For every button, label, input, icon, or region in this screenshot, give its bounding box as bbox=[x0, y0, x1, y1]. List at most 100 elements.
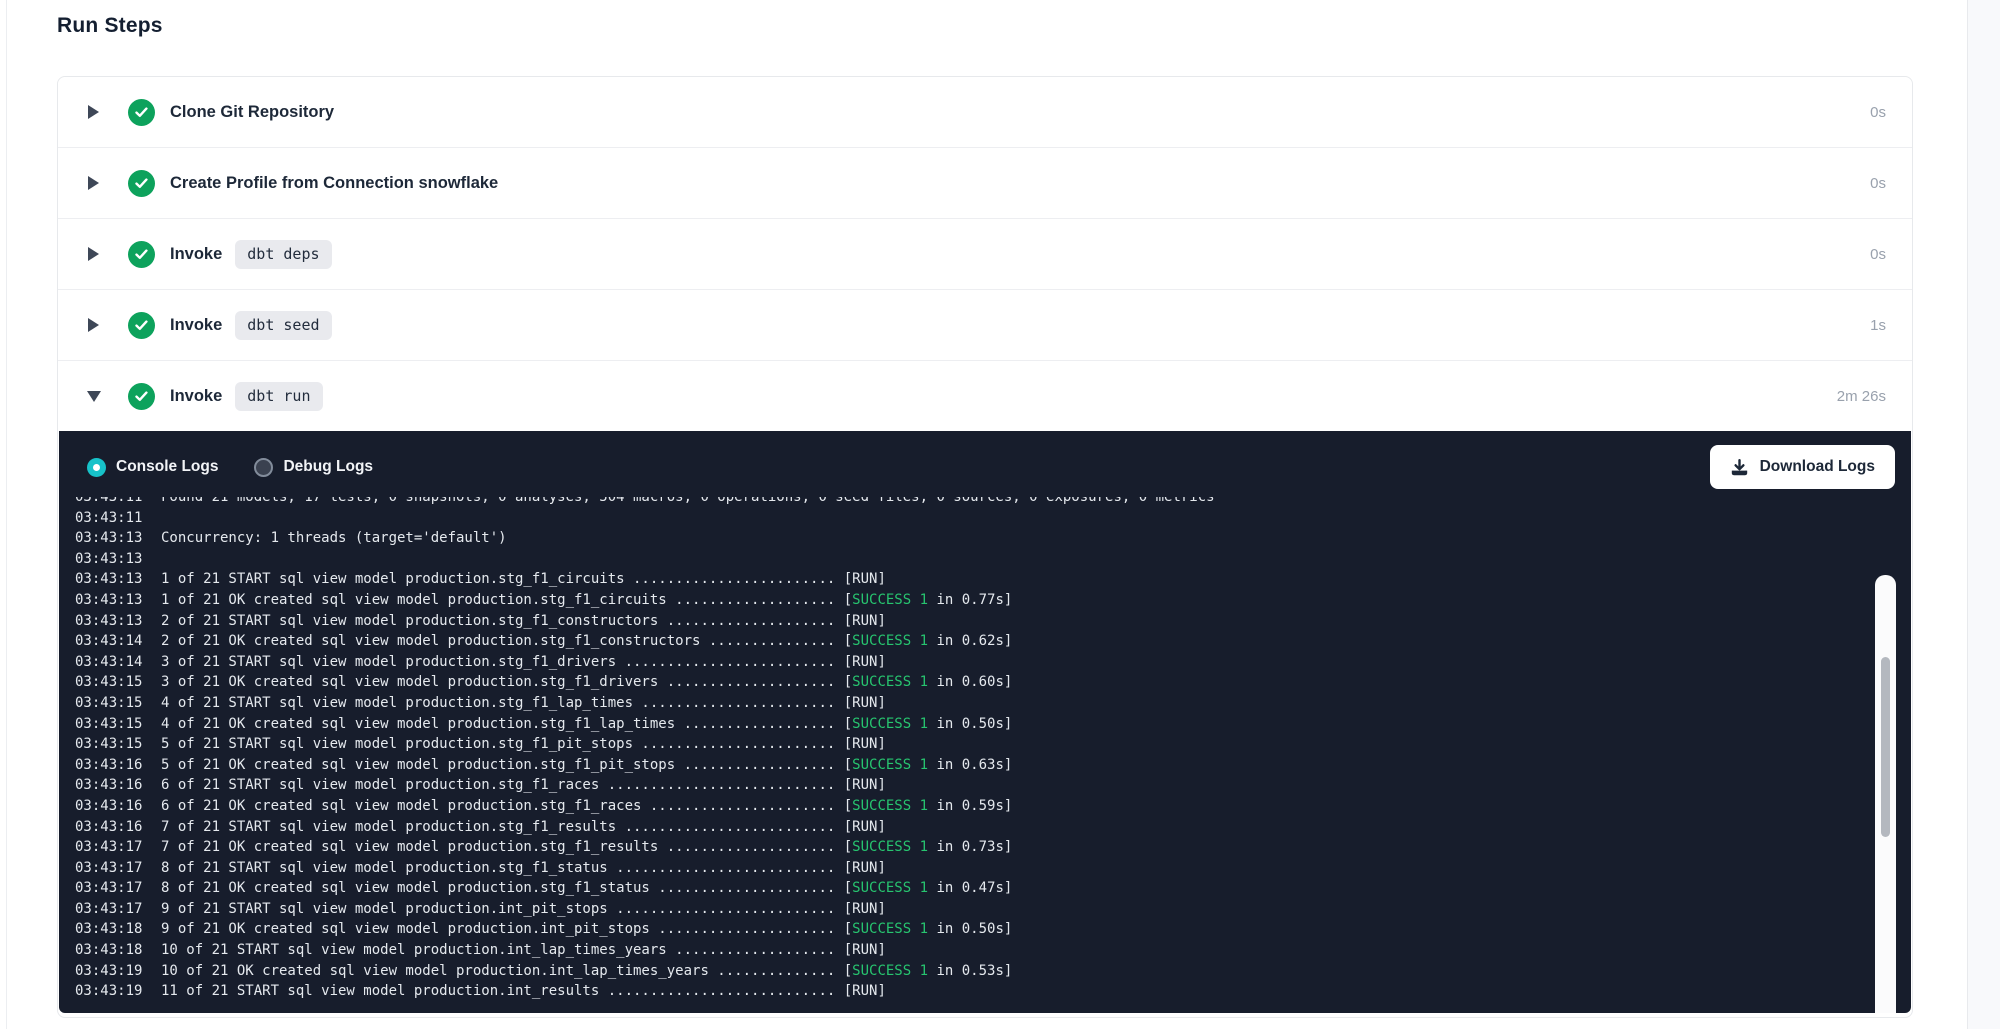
log-line: 03:43:178 of 21 OK created sql view mode… bbox=[75, 878, 1851, 899]
radio-unselected-icon[interactable] bbox=[254, 458, 273, 477]
step-success-check-icon bbox=[128, 383, 155, 410]
log-line: 03:43:154 of 21 OK created sql view mode… bbox=[75, 714, 1851, 735]
log-status-success: SUCCESS 1 bbox=[852, 757, 928, 773]
log-timestamp: 03:43:11 bbox=[75, 497, 161, 508]
log-line: 03:43:166 of 21 START sql view model pro… bbox=[75, 775, 1851, 796]
chevron-right-icon[interactable] bbox=[88, 318, 100, 332]
log-timestamp: 03:43:17 bbox=[75, 878, 161, 899]
log-timestamp: 03:43:14 bbox=[75, 631, 161, 652]
log-panel: Console Logs Debug Logs Download Logs 03:… bbox=[59, 431, 1911, 1013]
log-status: [RUN] bbox=[835, 901, 886, 917]
log-status: [ bbox=[835, 716, 852, 732]
log-status-time: in 0.47s] bbox=[928, 880, 1012, 896]
chevron-right-icon[interactable] bbox=[88, 176, 100, 190]
log-message: 5 of 21 OK created sql view model produc… bbox=[161, 757, 835, 773]
log-message: 9 of 21 OK created sql view model produc… bbox=[161, 921, 835, 937]
log-status: [ bbox=[835, 592, 852, 608]
step-success-check-icon bbox=[128, 241, 155, 268]
step-label: Invoke bbox=[170, 245, 222, 264]
chevron-right-icon[interactable] bbox=[88, 105, 100, 119]
step-label: Create Profile from Connection snowflake bbox=[170, 174, 498, 193]
log-status-time: in 0.60s] bbox=[928, 674, 1012, 690]
log-timestamp: 03:43:13 bbox=[75, 590, 161, 611]
step-label: Invoke bbox=[170, 387, 222, 406]
left-edge-divider bbox=[6, 0, 7, 1029]
log-message: 4 of 21 START sql view model production.… bbox=[161, 695, 835, 711]
log-status-time: in 0.53s] bbox=[928, 963, 1012, 979]
log-status-success: SUCCESS 1 bbox=[852, 921, 928, 937]
log-status: [ bbox=[835, 798, 852, 814]
log-status-success: SUCCESS 1 bbox=[852, 798, 928, 814]
log-status-success: SUCCESS 1 bbox=[852, 633, 928, 649]
log-line: 03:43:155 of 21 START sql view model pro… bbox=[75, 734, 1851, 755]
step-label: Clone Git Repository bbox=[170, 103, 334, 122]
log-status-time: in 0.77s] bbox=[928, 592, 1012, 608]
chevron-right-icon[interactable] bbox=[88, 247, 100, 261]
debug-logs-radio[interactable]: Debug Logs bbox=[254, 458, 373, 477]
step-command-badge: dbt run bbox=[235, 382, 322, 411]
step-success-check-icon bbox=[128, 170, 155, 197]
log-line: 03:43:1911 of 21 START sql view model pr… bbox=[75, 981, 1851, 1002]
log-scrollbar[interactable] bbox=[1875, 575, 1896, 1013]
log-status-time: in 0.50s] bbox=[928, 921, 1012, 937]
console-log-output[interactable]: 03:43:11Found 21 models, 17 tests, 0 sna… bbox=[59, 497, 1911, 1013]
download-logs-label: Download Logs bbox=[1760, 458, 1875, 476]
console-logs-radio[interactable]: Console Logs bbox=[87, 458, 218, 477]
log-status: [ bbox=[835, 880, 852, 896]
log-status: [RUN] bbox=[835, 819, 886, 835]
log-timestamp: 03:43:19 bbox=[75, 961, 161, 982]
log-timestamp: 03:43:19 bbox=[75, 981, 161, 1002]
log-message: 10 of 21 OK created sql view model produ… bbox=[161, 963, 835, 979]
download-logs-button[interactable]: Download Logs bbox=[1710, 445, 1895, 489]
log-status-time: in 0.73s] bbox=[928, 839, 1012, 855]
step-success-check-icon bbox=[128, 312, 155, 339]
log-status: [ bbox=[835, 633, 852, 649]
log-status-success: SUCCESS 1 bbox=[852, 880, 928, 896]
log-timestamp: 03:43:17 bbox=[75, 858, 161, 879]
log-message: 2 of 21 START sql view model production.… bbox=[161, 613, 835, 629]
log-line: 03:43:189 of 21 OK created sql view mode… bbox=[75, 919, 1851, 940]
run-step-row[interactable]: Invokedbt deps0s bbox=[58, 219, 1912, 290]
log-timestamp: 03:43:16 bbox=[75, 755, 161, 776]
log-line: 03:43:153 of 21 OK created sql view mode… bbox=[75, 672, 1851, 693]
log-line: 03:43:131 of 21 START sql view model pro… bbox=[75, 569, 1851, 590]
log-timestamp: 03:43:17 bbox=[75, 899, 161, 920]
log-message: 9 of 21 START sql view model production.… bbox=[161, 901, 835, 917]
log-status-success: SUCCESS 1 bbox=[852, 839, 928, 855]
radio-selected-icon[interactable] bbox=[87, 458, 106, 477]
log-scrollbar-thumb[interactable] bbox=[1881, 657, 1890, 837]
step-duration: 2m 26s bbox=[1837, 388, 1886, 405]
log-timestamp: 03:43:16 bbox=[75, 817, 161, 838]
log-status-time: in 0.63s] bbox=[928, 757, 1012, 773]
log-line: 03:43:154 of 21 START sql view model pro… bbox=[75, 693, 1851, 714]
step-duration: 0s bbox=[1870, 246, 1886, 263]
page-title: Run Steps bbox=[57, 14, 163, 38]
run-step-row[interactable]: Clone Git Repository0s bbox=[58, 77, 1912, 148]
log-timestamp: 03:43:18 bbox=[75, 919, 161, 940]
log-status-success: SUCCESS 1 bbox=[852, 716, 928, 732]
log-panel-header: Console Logs Debug Logs Download Logs bbox=[59, 431, 1911, 497]
log-line: 03:43:142 of 21 OK created sql view mode… bbox=[75, 631, 1851, 652]
log-message: 11 of 21 START sql view model production… bbox=[161, 983, 835, 999]
log-timestamp: 03:43:13 bbox=[75, 569, 161, 590]
log-status: [RUN] bbox=[835, 613, 886, 629]
chevron-down-icon[interactable] bbox=[88, 389, 100, 403]
log-timestamp: 03:43:11 bbox=[75, 508, 161, 529]
log-line: 03:43:167 of 21 START sql view model pro… bbox=[75, 817, 1851, 838]
run-step-row[interactable]: Invoke dbt run 2m 26s bbox=[58, 361, 1912, 431]
log-message: 7 of 21 OK created sql view model produc… bbox=[161, 839, 835, 855]
log-message: 2 of 21 OK created sql view model produc… bbox=[161, 633, 835, 649]
log-message: 7 of 21 START sql view model production.… bbox=[161, 819, 835, 835]
log-line: 03:43:143 of 21 START sql view model pro… bbox=[75, 652, 1851, 673]
run-step-row[interactable]: Invokedbt seed1s bbox=[58, 290, 1912, 361]
log-line: 03:43:11 bbox=[75, 508, 1851, 529]
download-icon bbox=[1730, 458, 1749, 477]
run-steps-card: Clone Git Repository0sCreate Profile fro… bbox=[57, 76, 1913, 1018]
log-status: [RUN] bbox=[835, 571, 886, 587]
run-step-row[interactable]: Create Profile from Connection snowflake… bbox=[58, 148, 1912, 219]
step-label: Invoke bbox=[170, 316, 222, 335]
log-status: [RUN] bbox=[835, 860, 886, 876]
log-lines: 03:43:11Found 21 models, 17 tests, 0 sna… bbox=[75, 497, 1851, 1002]
log-line: 03:43:166 of 21 OK created sql view mode… bbox=[75, 796, 1851, 817]
log-timestamp: 03:43:15 bbox=[75, 693, 161, 714]
